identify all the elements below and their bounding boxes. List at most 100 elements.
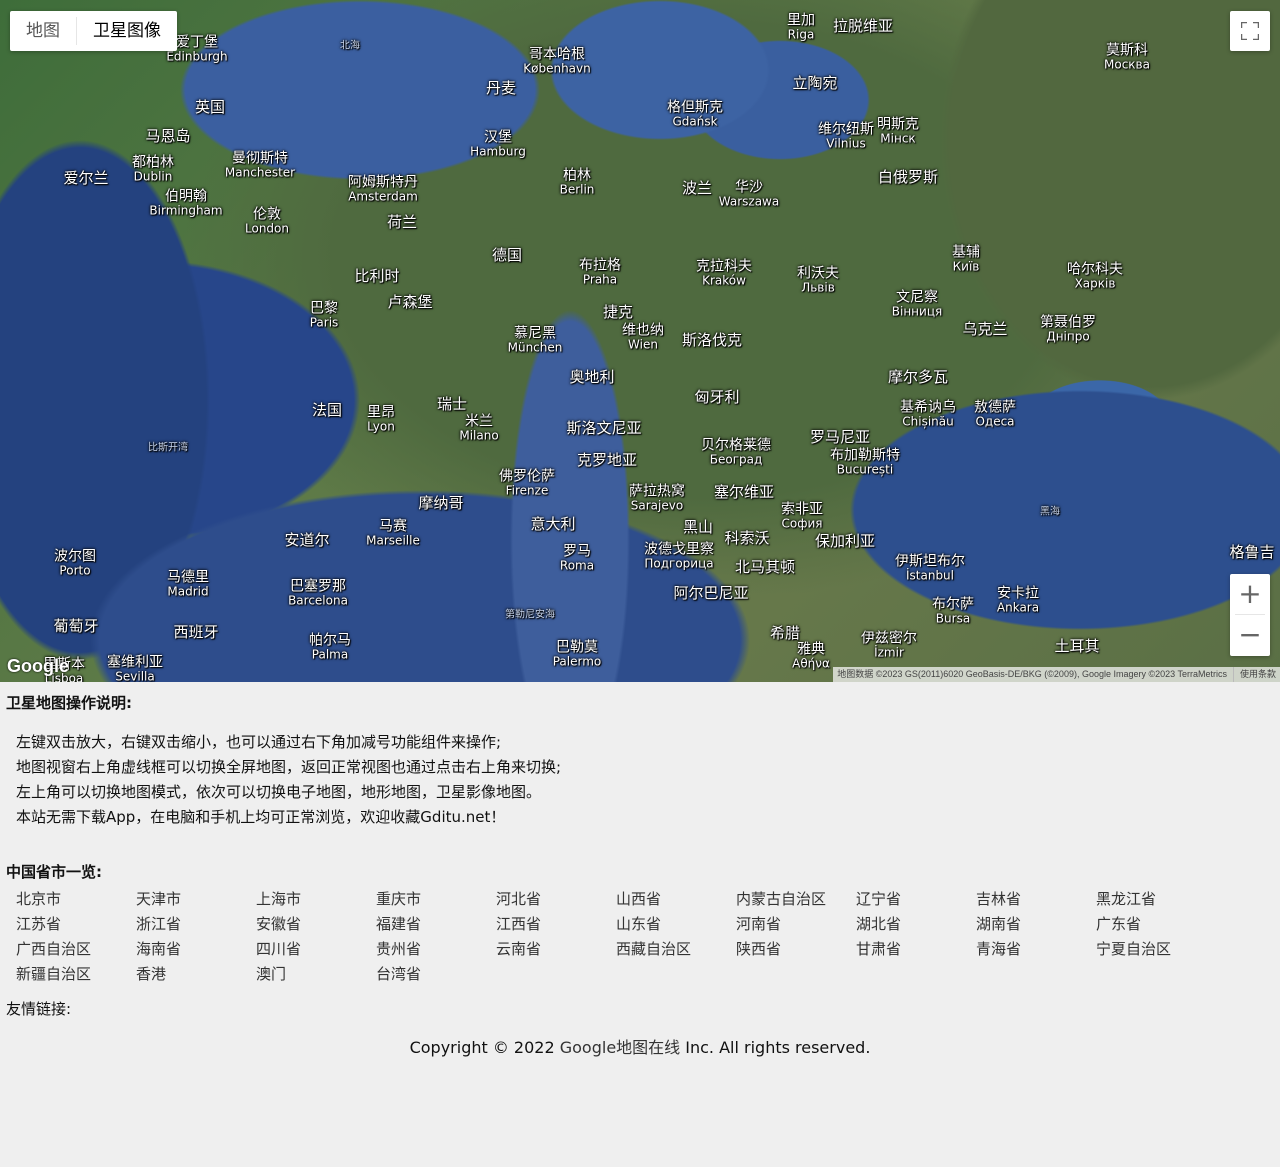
province-link[interactable]: 甘肃省	[856, 937, 976, 962]
place-local-name: Ankara	[996, 601, 1040, 616]
province-link[interactable]: 台湾省	[376, 962, 496, 987]
place-name: 黑海	[1040, 506, 1060, 518]
map-place-label: 波兰	[682, 180, 712, 197]
map-place-label: 哥本哈根 København	[523, 47, 591, 77]
place-local-name: Milano	[459, 429, 499, 444]
fullscreen-button[interactable]	[1230, 11, 1270, 51]
place-name: 科索沃	[724, 528, 770, 547]
place-local-name: София	[781, 517, 823, 532]
place-local-name: København	[523, 62, 591, 77]
province-link[interactable]: 山东省	[616, 912, 736, 937]
map-place-label: 比利时	[354, 268, 399, 285]
province-link[interactable]: 宁夏自治区	[1096, 937, 1216, 962]
map-place-label: 基希讷乌 Chișinău	[900, 400, 956, 430]
province-link[interactable]: 广西自治区	[16, 937, 136, 962]
zoom-in-button[interactable]: +	[1230, 574, 1270, 614]
google-logo: Google	[7, 656, 69, 676]
map-place-label: 奥地利	[569, 369, 614, 386]
province-link[interactable]: 福建省	[376, 912, 496, 937]
province-link[interactable]: 河南省	[736, 912, 856, 937]
place-local-name: Warszawa	[718, 195, 780, 210]
place-local-name: Riga	[787, 28, 815, 43]
province-link[interactable]: 新疆自治区	[16, 962, 136, 987]
place-local-name: Palma	[311, 648, 349, 663]
place-name: 北海	[340, 40, 360, 52]
province-link[interactable]: 香港	[136, 962, 256, 987]
province-link[interactable]: 贵州省	[376, 937, 496, 962]
map-place-label: 里昂 Lyon	[367, 405, 395, 435]
map-attribution: 地图数据 ©2023 GS(2011)6020 GeoBasis-DE/BKG …	[833, 667, 1280, 682]
map-type-satellite-button[interactable]: 卫星图像	[77, 11, 177, 51]
place-name: 摩纳哥	[418, 493, 464, 512]
province-link[interactable]: 辽宁省	[856, 887, 976, 912]
site-link[interactable]: Google地图在线	[560, 1038, 680, 1057]
province-link[interactable]: 安徽省	[256, 912, 376, 937]
province-link[interactable]: 内蒙古自治区	[736, 887, 856, 912]
place-name: 意大利	[530, 514, 576, 533]
place-name: 葡萄牙	[53, 616, 99, 635]
province-link[interactable]: 江西省	[496, 912, 616, 937]
map-place-label: 第聂伯罗 Дніпро	[1040, 315, 1096, 345]
province-link[interactable]: 河北省	[496, 887, 616, 912]
province-link[interactable]: 山西省	[616, 887, 736, 912]
map-place-label: 比斯开湾	[148, 443, 188, 454]
place-name: 瑞士	[436, 394, 468, 413]
place-local-name: Edinburgh	[166, 50, 228, 65]
map-place-label: 斯洛伐克	[682, 332, 742, 349]
province-link[interactable]: 北京市	[16, 887, 136, 912]
zoom-out-button[interactable]: −	[1230, 615, 1270, 655]
map-place-label: 塞尔维亚	[714, 484, 774, 501]
terms-link[interactable]: 使用条款	[1232, 667, 1276, 682]
province-link[interactable]: 上海市	[256, 887, 376, 912]
place-name: 北马其顿	[734, 557, 796, 576]
province-link[interactable]: 天津市	[136, 887, 256, 912]
place-name: 摩尔多瓦	[887, 367, 949, 386]
map-place-label: 曼彻斯特 Manchester	[225, 151, 295, 181]
place-name: 西班牙	[173, 622, 219, 641]
map-place-label: 都柏林 Dublin	[132, 155, 174, 185]
map-place-label: 索非亚 София	[781, 502, 823, 532]
map-place-label: 希腊	[770, 625, 800, 642]
map-place-label: 英国	[195, 99, 225, 116]
place-local-name: Firenze	[505, 484, 549, 499]
province-link[interactable]: 浙江省	[136, 912, 256, 937]
province-link[interactable]: 吉林省	[976, 887, 1096, 912]
map-place-label: 文尼察 Вінниця	[892, 290, 942, 320]
map-place-label: 摩尔多瓦	[888, 369, 948, 386]
place-local-name: Sevilla	[115, 670, 155, 682]
fullscreen-icon	[1241, 22, 1259, 40]
place-name: 格鲁吉	[1229, 542, 1275, 561]
map-place-label: 摩纳哥	[418, 495, 463, 512]
map-place-label: 北马其顿	[735, 559, 795, 576]
satellite-map[interactable]: 爱丁堡 Edinburgh 北海 哥本哈根 København 丹麦 里加 Riga 拉脱维亚莫…	[0, 0, 1280, 682]
province-link[interactable]: 重庆市	[376, 887, 496, 912]
province-link[interactable]: 青海省	[976, 937, 1096, 962]
place-local-name: Barcelona	[288, 594, 348, 609]
province-link[interactable]: 海南省	[136, 937, 256, 962]
province-link[interactable]: 江苏省	[16, 912, 136, 937]
map-type-roadmap-button[interactable]: 地图	[10, 11, 76, 51]
place-name: 第勒尼安海	[505, 609, 555, 621]
place-name: 斯洛文尼亚	[566, 418, 642, 437]
province-link[interactable]: 湖南省	[976, 912, 1096, 937]
place-local-name: Дніпро	[1046, 330, 1090, 345]
map-place-label: 伊兹密尔 İzmir	[861, 631, 917, 661]
place-local-name: Sarajevo	[630, 499, 684, 514]
province-link[interactable]: 广东省	[1096, 912, 1216, 937]
province-link[interactable]: 湖北省	[856, 912, 976, 937]
province-link[interactable]: 四川省	[256, 937, 376, 962]
place-name: 阿尔巴尼亚	[673, 583, 749, 602]
province-link[interactable]: 黑龙江省	[1096, 887, 1216, 912]
map-place-label: 巴塞罗那 Barcelona	[288, 579, 348, 609]
province-link[interactable]: 陕西省	[736, 937, 856, 962]
province-link[interactable]: 云南省	[496, 937, 616, 962]
province-link[interactable]: 澳门	[256, 962, 376, 987]
place-local-name: Amsterdam	[348, 190, 418, 205]
place-local-name: Praha	[582, 273, 618, 288]
place-name: 荷兰	[386, 212, 418, 231]
map-place-label: 马恩岛	[145, 128, 190, 145]
place-local-name: Bursa	[935, 612, 971, 627]
map-place-label: 萨拉热窝 Sarajevo	[629, 484, 685, 514]
province-link[interactable]: 西藏自治区	[616, 937, 736, 962]
map-place-label: 波尔图 Porto	[54, 549, 96, 579]
